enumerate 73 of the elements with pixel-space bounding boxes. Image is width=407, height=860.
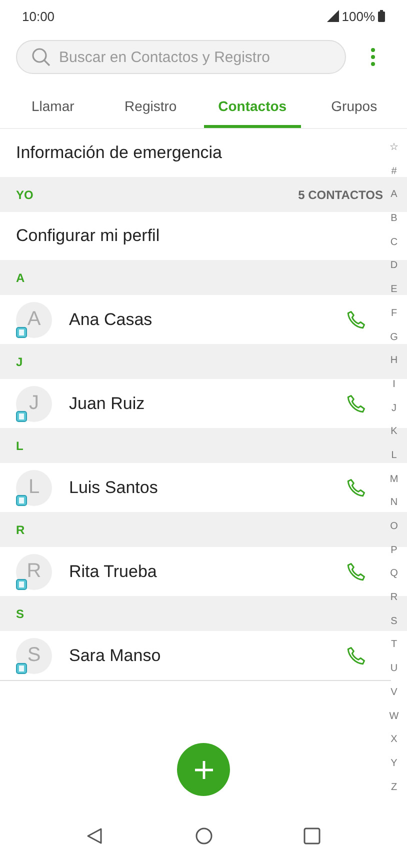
signal-icon (326, 10, 339, 22)
index-letter[interactable]: A (390, 183, 398, 208)
phone-icon[interactable] (345, 560, 367, 582)
profile-item[interactable]: Configurar mi perfil (0, 212, 379, 260)
contact-card-icon (16, 326, 27, 338)
section-header: YO (16, 188, 34, 202)
index-letter[interactable]: D (390, 254, 398, 278)
contact-name[interactable]: Juan Ruiz (69, 394, 345, 414)
index-letter[interactable]: ☆ (390, 136, 398, 160)
more-options-icon[interactable] (370, 47, 376, 67)
index-letter[interactable]: X (390, 728, 398, 752)
section-header: R (16, 522, 25, 536)
contact-count: 5 CONTACTOS (298, 188, 383, 202)
phone-icon[interactable] (345, 476, 367, 498)
section-header: A (16, 270, 25, 284)
contact-card-icon (16, 494, 27, 506)
index-letter[interactable]: Z (390, 776, 398, 800)
contact-name[interactable]: Ana Casas (69, 310, 345, 330)
tab[interactable]: Llamar (4, 88, 102, 128)
recents-icon[interactable] (303, 827, 321, 845)
contact-avatar: A (16, 302, 52, 338)
index-letter[interactable]: G (390, 326, 398, 350)
section-header: S (16, 606, 24, 620)
index-letter[interactable]: E (390, 278, 398, 302)
index-letter[interactable]: M (390, 468, 398, 492)
index-letter[interactable]: Q (390, 562, 398, 586)
add-contact-button[interactable] (177, 743, 230, 796)
search-field[interactable]: Buscar en Contactos y Registro (59, 48, 319, 66)
index-letter[interactable]: B (390, 207, 398, 231)
contact-card-icon (16, 410, 27, 422)
contact-avatar: S (16, 638, 52, 674)
tab[interactable]: Registro (102, 88, 200, 128)
phone-icon[interactable] (345, 308, 367, 330)
contact-name[interactable]: Rita Trueba (69, 562, 345, 582)
contact-avatar: J (16, 386, 52, 422)
index-letter[interactable]: N (390, 491, 398, 515)
contact-avatar: L (16, 470, 52, 506)
phone-icon[interactable] (345, 644, 367, 666)
index-letter[interactable]: Y (390, 752, 398, 776)
index-letter[interactable]: W (389, 704, 399, 728)
back-icon[interactable] (86, 827, 104, 845)
index-letter[interactable]: L (391, 444, 397, 468)
index-letter[interactable]: J (392, 396, 396, 420)
index-letter[interactable]: H (390, 349, 398, 373)
phone-icon[interactable] (345, 392, 367, 414)
index-letter[interactable]: V (390, 680, 398, 704)
index-letter[interactable]: K (390, 420, 398, 444)
contact-name[interactable]: Sara Manso (69, 646, 345, 666)
status-time: 10:00 (22, 8, 55, 24)
index-letter[interactable]: T (390, 633, 398, 658)
index-letter[interactable]: C (390, 230, 398, 254)
home-icon[interactable] (194, 827, 212, 845)
index-letter[interactable]: P (390, 538, 398, 562)
contact-card-icon (16, 578, 27, 590)
contact-card-icon (16, 662, 27, 674)
section-header: L (16, 438, 24, 452)
index-letter[interactable]: # (391, 160, 397, 184)
plus-icon (194, 760, 214, 780)
search-bar[interactable]: Buscar en Contactos y Registro (16, 40, 346, 74)
battery-icon (378, 10, 385, 22)
tab[interactable]: Grupos (305, 88, 403, 128)
emergency-info-item[interactable]: Información de emergencia (0, 129, 379, 177)
contact-name[interactable]: Luis Santos (69, 478, 345, 498)
contact-avatar: R (16, 554, 52, 590)
index-letter[interactable]: R (390, 586, 398, 610)
section-header: J (16, 354, 23, 368)
search-icon (31, 47, 51, 67)
tab[interactable]: Contactos (204, 88, 302, 128)
index-letter[interactable]: F (390, 302, 398, 326)
battery-level: 100% (342, 8, 375, 24)
index-letter[interactable]: U (390, 657, 398, 681)
index-letter[interactable]: O (390, 515, 398, 539)
index-letter[interactable]: S (390, 610, 398, 634)
